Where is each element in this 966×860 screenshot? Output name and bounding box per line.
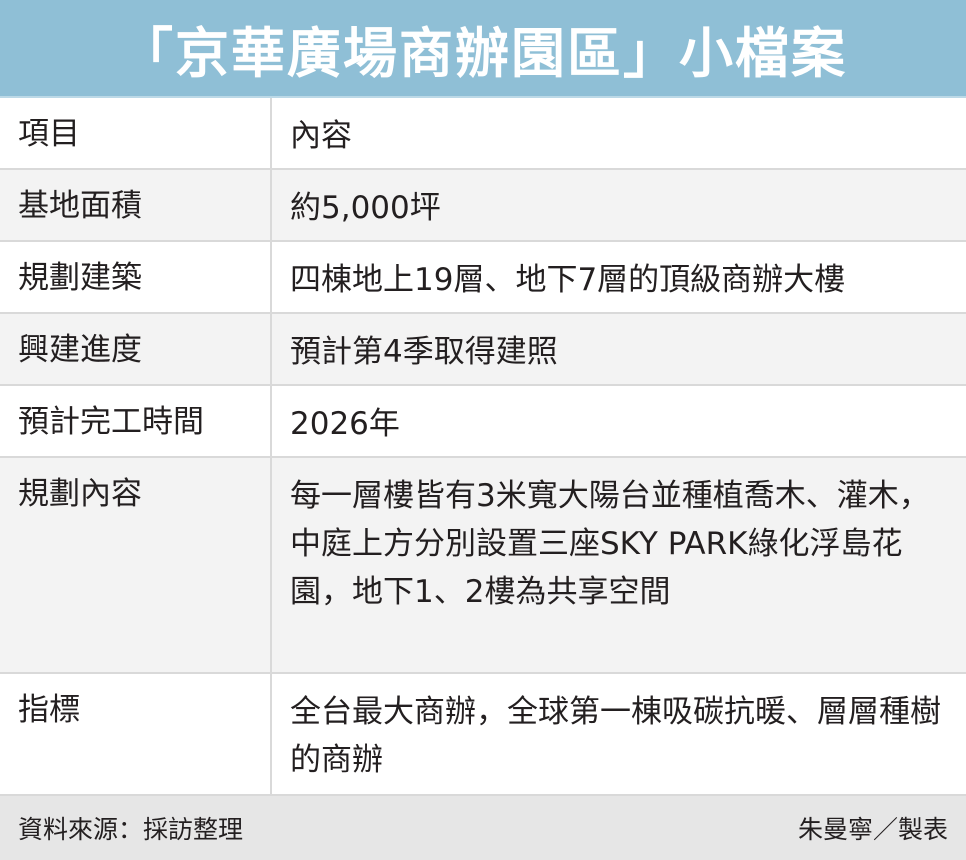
row-value: 預計第4季取得建照 [290,334,558,370]
row-value: 約5,000坪 [290,190,441,226]
table-row: 規劃建築 四棟地上19層、地下7層的頂級商辦大樓 [0,242,966,314]
info-table: 項目 內容 基地面積 約5,000坪 規劃建築 四棟地上19層、地下7層的頂級商… [0,98,966,796]
header-key: 項目 [0,98,272,168]
table-header-row: 項目 內容 [0,98,966,170]
table-row: 興建進度 預計第4季取得建照 [0,314,966,386]
row-key: 規劃建築 [0,242,272,312]
row-key: 指標 [0,674,272,794]
table-row: 基地面積 約5,000坪 [0,170,966,242]
row-value: 全台最大商辦，全球第一棟吸碳抗暖、層層種樹的商辦 [290,694,941,778]
row-key: 興建進度 [0,314,272,384]
table-row: 規劃內容 每一層樓皆有3米寬大陽台並種植喬木、灌木，中庭上方分別設置三座SKY … [0,458,966,674]
source-note: 資料來源：採訪整理 [18,815,244,844]
header-value: 內容 [290,118,352,154]
row-key: 基地面積 [0,170,272,240]
table-row: 指標 全台最大商辦，全球第一棟吸碳抗暖、層層種樹的商辦 [0,674,966,796]
page-title: 「京華廣場商辦園區」小檔案 [119,21,847,85]
credit-note: 朱曼寧／製表 [797,815,948,844]
row-value: 每一層樓皆有3米寬大陽台並種植喬木、灌木，中庭上方分別設置三座SKY PARK綠… [290,478,930,610]
footer: 資料來源：採訪整理 朱曼寧／製表 [0,796,966,860]
row-value: 四棟地上19層、地下7層的頂級商辦大樓 [290,262,846,298]
title-bar: 「京華廣場商辦園區」小檔案 [0,0,966,98]
table-row: 預計完工時間 2026年 [0,386,966,458]
row-key: 預計完工時間 [0,386,272,456]
row-value: 2026年 [290,406,400,442]
row-key: 規劃內容 [0,458,272,672]
